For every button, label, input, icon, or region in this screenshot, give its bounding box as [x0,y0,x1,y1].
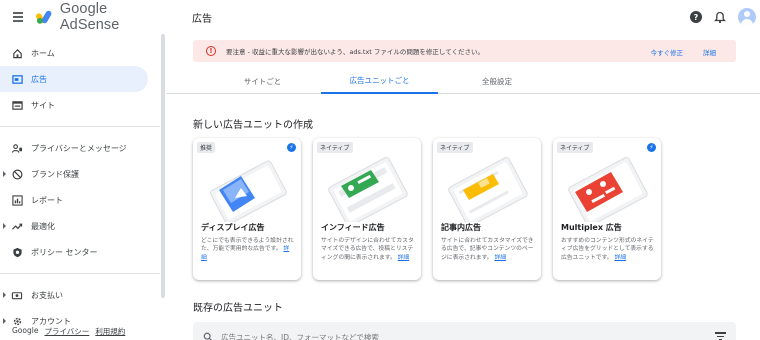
sidebar-footer: Google プライバシー 利用規約 [12,326,125,337]
sidebar-item-label: レポート [31,195,63,205]
in-feed-ad-illustration [328,156,408,222]
sidebar-item-policy-center[interactable]: ポリシー センター [0,239,160,265]
card-details-link[interactable]: 詳細 [494,255,506,261]
alert-actions: 今すぐ修正 詳細 [651,47,717,57]
existing-ad-units-heading: 既存の広告ユニット [193,303,283,314]
privacy-icon [11,142,23,154]
display-ad-illustration [210,160,287,222]
in-article-ad-illustration [448,156,528,222]
sidebar-item-label: サイト [31,100,55,110]
multiplex-ads-card[interactable]: ネイティブ ⚡ Multiplex 広告 おすすめのコンテンツ形式のネイティブ広… [553,138,661,280]
account-avatar[interactable] [738,8,756,26]
nav-divider [0,126,160,127]
notifications-bell-icon[interactable] [714,11,726,24]
sidebar-item-optimization[interactable]: 最適化 [0,213,160,239]
expand-arrow-icon[interactable] [3,171,6,177]
display-ads-card[interactable]: 推奨 ⚡ ディスプレイ広告 どこにでも表示できるよう設計された、万能で実用的な広… [193,138,301,280]
sidebar-item-sites[interactable]: サイト [0,92,160,118]
adsense-app: Google AdSense ホーム 広告 サイト プライバシーとメッセージ ブ… [0,0,760,340]
expand-arrow-icon[interactable] [3,223,6,229]
brand-safety-icon [11,168,23,180]
home-icon [11,47,23,59]
nav-divider [0,273,160,274]
card-description: サイトのデザインに合わせてカスタマイズできる広告で、投稿とリスティングの間に表示… [321,237,415,262]
page-title: 広告 [192,13,212,25]
logo-row: Google AdSense [0,0,166,34]
top-header: 広告 ? [166,0,760,34]
fix-now-link[interactable]: 今すぐ修正 [651,47,684,57]
error-icon: ! [206,46,216,56]
ads-txt-alert: ! 要注意 - 収益に重大な影響が出ないよう、ads.txt ファイルの問題を修… [193,40,736,62]
help-icon[interactable]: ? [690,11,702,23]
brand-logo[interactable]: Google AdSense [35,1,166,33]
tab-by-ad-unit[interactable]: 広告ユニットごと [321,68,438,94]
adsense-logo-icon [35,10,52,24]
in-feed-ads-card[interactable]: ネイティブ インフィード広告 サイトのデザインに合わせてカスタマイズできる広告で… [313,138,421,280]
card-description: サイトに合わせてカスタマイズできる広告で、記事やコンテンツのページに表示されます… [441,237,535,262]
sidebar-item-label: ホーム [31,48,55,58]
filter-icon[interactable] [715,332,726,340]
card-description-text: おすすめのコンテンツ形式のネイティブ広告をグリッドとして表示する広告ユニットです… [561,238,654,261]
sidebar-item-ads[interactable]: 広告 [0,66,148,92]
card-description: おすすめのコンテンツ形式のネイティブ広告をグリッドとして表示する広告ユニットです… [561,237,655,262]
card-title: インフィード広告 [321,223,385,232]
card-title: 記事内広告 [441,223,481,232]
bolt-icon: ⚡ [647,143,656,152]
privacy-link[interactable]: プライバシー [44,326,89,337]
tab-general-settings[interactable]: 全般設定 [438,68,556,94]
sidebar-item-label: アカウント [31,316,71,326]
sidebar-nav: ホーム 広告 サイト プライバシーとメッセージ ブランド保護 レポート 最適化 … [0,40,160,334]
payments-icon [11,289,23,301]
sidebar: Google AdSense ホーム 広告 サイト プライバシーとメッセージ ブ… [0,0,166,340]
reports-icon [11,194,23,206]
sidebar-item-label: 最適化 [31,221,55,231]
google-footer-label: Google [12,326,39,335]
sidebar-item-reports[interactable]: レポート [0,187,160,213]
policy-center-icon [11,246,23,258]
card-title: ディスプレイ広告 [201,223,265,232]
sidebar-item-payments[interactable]: お支払い [0,282,160,308]
card-details-link[interactable]: 詳細 [614,255,626,261]
ads-icon [11,73,23,85]
sidebar-item-brand-safety[interactable]: ブランド保護 [0,161,160,187]
sites-icon [11,99,23,111]
optimization-icon [11,220,23,232]
sidebar-item-label: ポリシー センター [31,247,98,257]
sidebar-item-label: ブランド保護 [31,169,79,179]
card-details-link[interactable]: 詳細 [398,255,410,261]
sidebar-item-privacy[interactable]: プライバシーとメッセージ [0,135,160,161]
alert-message: 要注意 - 収益に重大な影響が出ないよう、ads.txt ファイルの問題を修正し… [226,48,485,56]
sidebar-scrollbar[interactable] [161,34,165,298]
brand-name: Google AdSense [59,1,120,33]
alert-details-link[interactable]: 詳細 [703,47,716,57]
ad-unit-search-bar [193,322,736,340]
header-actions: ? [690,8,756,26]
tab-bar: サイトごと 広告ユニットごと 全般設定 [166,68,760,94]
tab-by-site[interactable]: サイトごと [206,68,319,94]
new-ad-units-heading: 新しい広告ユニットの作成 [193,120,313,131]
card-description: どこにでも表示できるよう設計された、万能で実用的な広告です。 詳細 [201,237,295,262]
multiplex-ad-illustration [568,156,648,222]
card-title: Multiplex 広告 [561,223,622,232]
card-description-text: サイトに合わせてカスタマイズできる広告で、記事やコンテンツのページに表示されます… [441,238,534,261]
in-article-ads-card[interactable]: ネイティブ 記事内広告 サイトに合わせてカスタマイズできる広告で、記事やコンテン… [433,138,541,280]
card-description-text: どこにでも表示できるよう設計された、万能で実用的な広告です。 [201,238,294,253]
terms-link[interactable]: 利用規約 [95,326,125,337]
search-icon [203,332,212,340]
sidebar-item-label: お支払い [31,290,63,300]
menu-icon[interactable] [13,12,23,22]
sidebar-item-home[interactable]: ホーム [0,40,160,66]
bolt-icon: ⚡ [287,143,296,152]
expand-arrow-icon[interactable] [3,318,6,324]
sidebar-item-label: 広告 [31,74,47,84]
ad-unit-search-input[interactable] [221,332,641,340]
expand-arrow-icon[interactable] [3,292,6,298]
sidebar-item-label: プライバシーとメッセージ [31,143,127,153]
